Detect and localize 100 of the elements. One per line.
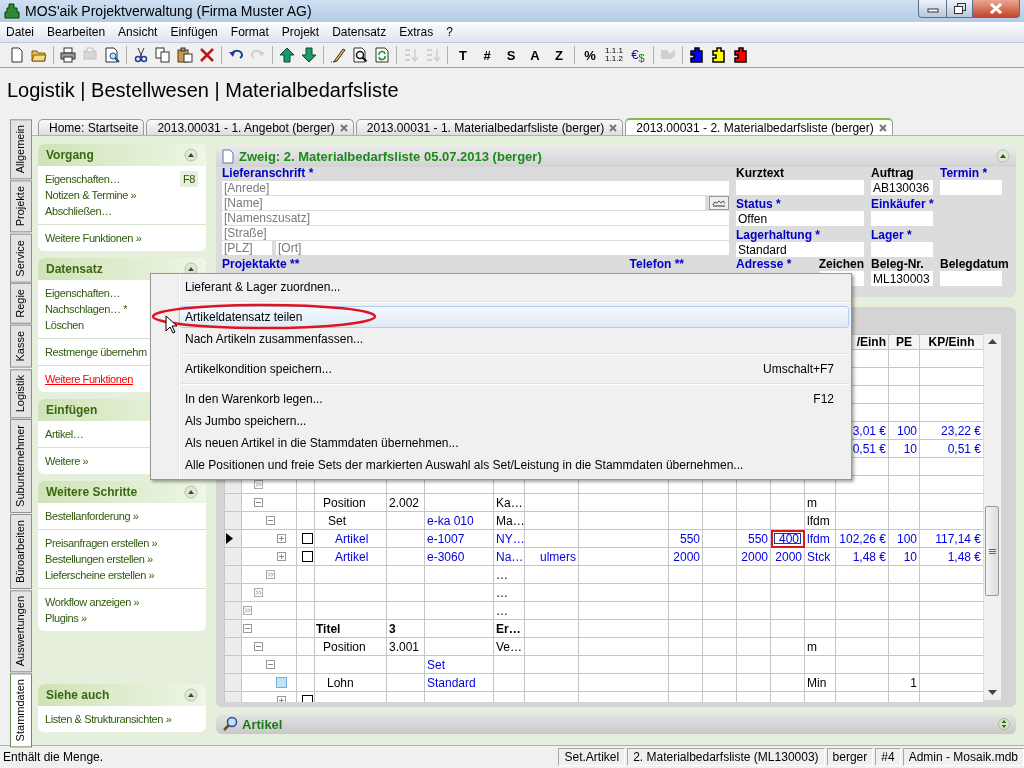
- puzzle-icon[interactable]: [711, 47, 727, 63]
- input-field[interactable]: [Namenszusatz]: [222, 211, 729, 225]
- minimize-button[interactable]: [918, 0, 947, 18]
- sidebar-link[interactable]: Eigenschaften…: [45, 171, 121, 187]
- sidebar-link[interactable]: Notizen & Termine »: [45, 187, 198, 203]
- puzzle-icon[interactable]: [689, 47, 705, 63]
- collapse-icon[interactable]: [184, 688, 198, 702]
- table-cell[interactable]: 400: [770, 529, 805, 548]
- input-field[interactable]: [940, 180, 1002, 195]
- toolbar-button[interactable]: A: [524, 46, 546, 64]
- menu-item[interactable]: Artikelkondition speichern... Umschalt+F7: [179, 358, 849, 380]
- arrow-up-icon[interactable]: [279, 47, 295, 63]
- pencil-icon[interactable]: [330, 47, 346, 63]
- signature-button[interactable]: [709, 196, 729, 210]
- document-tab[interactable]: 2013.00031 - 1. Materialbedarfsliste (berger): [355, 119, 624, 135]
- expand-icon[interactable]: [276, 534, 286, 543]
- clipboard-icon[interactable]: [177, 47, 193, 63]
- collapse-icon[interactable]: [184, 148, 198, 162]
- menu-item[interactable]: Einfügen: [164, 25, 225, 39]
- input-field[interactable]: AB130036: [871, 180, 933, 195]
- toolbar-button[interactable]: #: [476, 46, 498, 64]
- menu-item[interactable]: Datensatz: [326, 25, 394, 39]
- scroll-down-icon[interactable]: [988, 690, 997, 695]
- input-field[interactable]: ML130003: [871, 271, 933, 286]
- vertical-tab[interactable]: Regie: [10, 283, 32, 325]
- sidebar-link[interactable]: Weitere Funktionen »: [45, 230, 198, 246]
- toolbar-button[interactable]: T: [452, 46, 474, 64]
- input-field[interactable]: [736, 180, 864, 195]
- collapse-icon[interactable]: [243, 624, 252, 633]
- collapse-icon[interactable]: [254, 642, 264, 651]
- delete-icon[interactable]: [199, 47, 215, 63]
- copy-icon[interactable]: [155, 47, 171, 63]
- toolbar-button[interactable]: Z: [548, 46, 570, 64]
- vertical-tab[interactable]: Logistik: [10, 368, 32, 418]
- collapse-icon[interactable]: [996, 149, 1010, 163]
- menu-item[interactable]: Datei: [0, 25, 41, 39]
- input-field[interactable]: [871, 211, 933, 226]
- sidebar-link[interactable]: Bestellungen erstellen »: [45, 551, 198, 567]
- sidebar-link[interactable]: Listen & Strukturansichten »: [45, 711, 198, 727]
- menu-item[interactable]: Lieferant & Lager zuordnen...: [179, 276, 849, 298]
- document-tab[interactable]: Home: Startseite: [38, 119, 145, 135]
- toolbar-button[interactable]: S: [500, 46, 522, 64]
- close-icon[interactable]: [609, 123, 618, 132]
- vertical-tab[interactable]: Kasse: [10, 325, 32, 368]
- refresh-icon[interactable]: [374, 47, 390, 63]
- collapse-icon[interactable]: [184, 485, 198, 499]
- scroll-thumb[interactable]: [985, 506, 999, 596]
- sidebar-link[interactable]: Bestellanforderung »: [45, 508, 198, 524]
- expand-icon[interactable]: [276, 552, 286, 561]
- menu-item[interactable]: Artikeldatensatz teilen: [179, 306, 849, 328]
- document-tab[interactable]: 2013.00031 - 2. Materialbedarfsliste (berger): [625, 118, 893, 135]
- collapsed-panel-bar[interactable]: Artikel: [216, 714, 1016, 734]
- menu-item[interactable]: Bearbeiten: [41, 25, 113, 39]
- vertical-tab[interactable]: Service: [10, 233, 32, 283]
- scroll-up-icon[interactable]: [988, 339, 997, 344]
- checkbox[interactable]: [302, 551, 313, 562]
- input-field[interactable]: [940, 271, 1002, 286]
- menu-item[interactable]: Extras: [393, 25, 441, 39]
- vertical-tab[interactable]: Allgemein: [10, 119, 32, 180]
- input-field[interactable]: [Ort]: [276, 241, 729, 255]
- print-preview-icon[interactable]: [104, 47, 120, 63]
- vertical-tab[interactable]: Projekte: [10, 180, 32, 233]
- sidebar-link[interactable]: Abschließen…: [45, 203, 198, 219]
- restore-button[interactable]: [947, 0, 973, 18]
- input-field[interactable]: [PLZ]: [222, 241, 272, 255]
- menu-item[interactable]: ?: [440, 25, 460, 39]
- scissors-icon[interactable]: [133, 47, 149, 63]
- input-field[interactable]: [Name]: [222, 196, 705, 210]
- vertical-tab[interactable]: Subunternehmer: [10, 419, 32, 513]
- close-icon[interactable]: [339, 123, 348, 132]
- search-icon[interactable]: [352, 47, 368, 63]
- column-header[interactable]: PE: [888, 334, 920, 350]
- vertical-tab[interactable]: Stammdaten: [10, 673, 32, 748]
- sidebar-link[interactable]: Plugins »: [45, 610, 198, 626]
- input-field[interactable]: Offen: [736, 211, 864, 226]
- document-tab[interactable]: 2013.00031 - 1. Angebot (berger): [146, 119, 354, 135]
- menu-item[interactable]: Ansicht: [112, 25, 165, 39]
- open-folder-icon[interactable]: [31, 47, 47, 63]
- menu-item[interactable]: Format: [224, 25, 276, 39]
- currency-button[interactable]: €$_{$}$: [627, 46, 649, 64]
- input-field[interactable]: [Anrede]: [222, 181, 729, 195]
- column-header[interactable]: KP/Einh: [919, 334, 983, 350]
- scrollbar[interactable]: [983, 334, 1001, 700]
- menu-item[interactable]: Projekt: [275, 25, 327, 39]
- close-icon[interactable]: [878, 123, 887, 132]
- collapse-icon[interactable]: [265, 516, 275, 525]
- sidebar-link[interactable]: Lieferscheine erstellen »: [45, 567, 198, 583]
- puzzle-icon[interactable]: [733, 47, 749, 63]
- new-document-icon[interactable]: [9, 47, 25, 63]
- expand-collapse-icon[interactable]: [998, 718, 1010, 730]
- toolbar-button[interactable]: %: [579, 46, 601, 64]
- expand-icon[interactable]: [276, 696, 286, 702]
- input-field[interactable]: [871, 242, 933, 257]
- numbering-button[interactable]: 1.1.1 1.1.2: [603, 47, 625, 63]
- arrow-down-icon[interactable]: [301, 47, 317, 63]
- vertical-tab[interactable]: Büroarbeiten: [10, 513, 32, 589]
- menu-item[interactable]: In den Warenkorb legen... F12: [179, 388, 849, 410]
- checkbox[interactable]: [302, 533, 313, 544]
- collapse-icon[interactable]: [254, 498, 264, 507]
- collapse-icon[interactable]: [265, 660, 275, 669]
